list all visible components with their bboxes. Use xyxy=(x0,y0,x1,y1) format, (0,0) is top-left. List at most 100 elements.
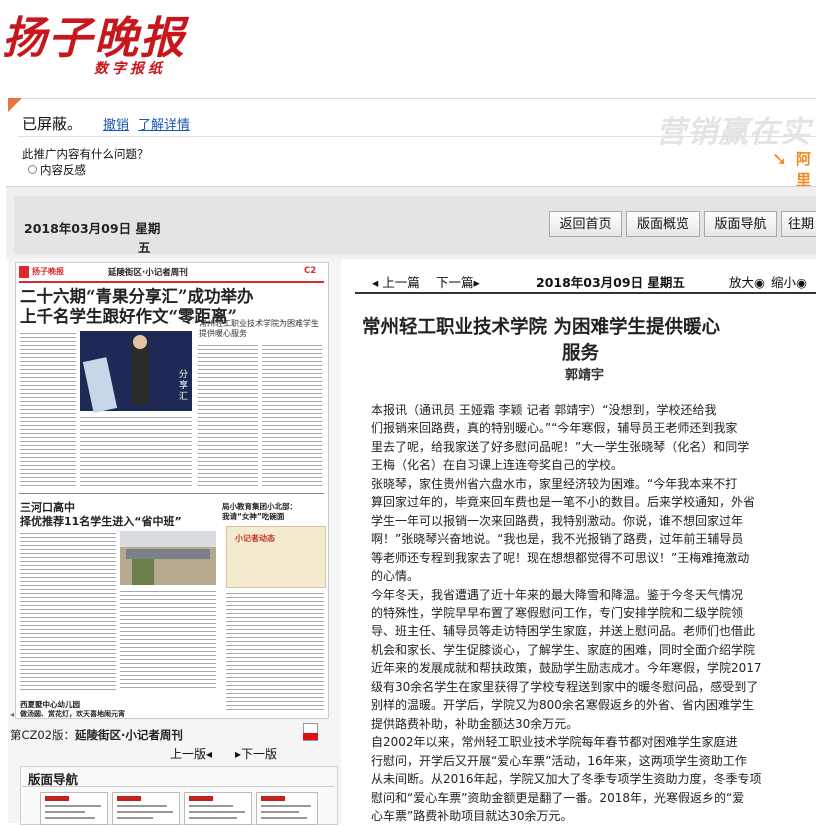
thumbnail-line xyxy=(117,817,153,819)
feedback-option-label[interactable]: 内容反感 xyxy=(40,162,86,178)
article-line: 心车票”路费补助项目就达30余万元。 xyxy=(371,809,573,823)
article-line: 导、班主任、辅导员等走访特困学生家庭，并送上慰问品。老师们也借此 xyxy=(371,624,756,638)
column-text xyxy=(20,331,76,489)
column-text xyxy=(198,343,258,489)
issue-date: 2018年03月09日 星期 xyxy=(24,221,161,236)
ad-question: 此推广内容有什么问题？ xyxy=(22,147,149,161)
scroll-left-icon[interactable]: ◂ xyxy=(10,710,14,719)
page-thumbnail[interactable] xyxy=(184,792,252,825)
next-page-link[interactable]: ▸下一版 xyxy=(235,745,277,762)
thumbnail-line xyxy=(189,805,233,807)
ad-details-link[interactable]: 了解详情 xyxy=(138,114,190,133)
ad-brand[interactable]: 阿里 xyxy=(796,148,816,190)
newspaper-page-image[interactable]: 扬子晚报 延陵街区·小记者周刊 C2 二十六期“青果分享汇”成功举办 上千名学生… xyxy=(15,262,329,719)
ad-divider xyxy=(18,136,816,137)
thumbnail-header xyxy=(45,796,69,801)
thumbnail-line xyxy=(45,817,95,819)
event-photo-caption: 分享汇 xyxy=(177,369,187,402)
article-line: 行慰问，开学后又开展“爱心车票”活动，16年来，这两项学生资助工作 xyxy=(371,754,747,768)
article-date: 2018年03月09日 星期五 xyxy=(536,275,685,290)
article-line: 啊！”张晓琴兴奋地说。“我也是，我不光报销了路费，过年前王辅导员 xyxy=(371,532,744,546)
article-line: 本报讯（通讯员 王娅霜 李颖 记者 郭靖宇）“没想到，学校还给我 xyxy=(371,403,717,417)
article-line: 机会和家长、学生促膝谈心，了解学生、家庭的困难，同时全面介绍学院 xyxy=(371,643,756,657)
ad-panel-title: 小记者动态 xyxy=(235,534,275,543)
zoom-in-button[interactable]: 放大◉ xyxy=(729,272,765,291)
article-line: 王梅（化名）在自习课上连连夸奖自己的学校。 xyxy=(371,458,624,472)
headline-1-line1: 二十六期“青果分享汇”成功举办 xyxy=(20,287,254,306)
thumbnail-line xyxy=(261,817,307,819)
page-code: C2 xyxy=(304,266,317,276)
previous-page-link[interactable]: 上一版◂ xyxy=(170,745,212,762)
thumbnail-line xyxy=(261,811,299,813)
article-line: 的心情。 xyxy=(371,569,420,583)
article-line: 们报销来回路费，真的特别暖心。”“今年寒假，辅导员王老师还到我家 xyxy=(371,421,738,435)
article-line: 近年来的发展成就和帮扶政策，鼓励学生励志成才。今年寒假，学院2017 xyxy=(371,661,762,675)
ad-corner-icon xyxy=(8,98,22,112)
page-thumbnail[interactable] xyxy=(256,792,318,825)
thumbnail-line xyxy=(117,805,167,807)
logo-subtitle: 数字报纸 xyxy=(94,61,166,77)
thumbnail-header xyxy=(261,796,285,801)
section-name: 延陵街区·小记者周刊 xyxy=(108,268,188,278)
article-line: 里去了呢，给我家送了好多慰问品呢！”大一学生张晓琴（化名）和同学 xyxy=(371,440,750,454)
column-text xyxy=(80,415,192,489)
thumbnail-line xyxy=(189,811,245,813)
section-rule xyxy=(19,493,324,494)
event-photo-person xyxy=(131,345,149,405)
article-line: 今年冬天，我省遭遇了近十年来的最大降雪和降温。鉴于今冬天气情况 xyxy=(371,588,744,602)
zoom-out-button[interactable]: 缩小◉ xyxy=(771,272,807,291)
article-line: 张晓琴，家住贵州省六盘水市，家里经济较为困难。“今年我本来不打 xyxy=(371,477,738,491)
school-photo-sky xyxy=(120,531,216,547)
thumbnails-divider xyxy=(22,786,334,787)
arrow-logo-icon: ➘ xyxy=(772,149,788,170)
article-line: 自2002年以来，常州轻工职业技术学院每年春节都对困难学生家庭进 xyxy=(371,735,738,749)
thumbnail-header xyxy=(189,796,213,801)
column-text xyxy=(120,589,216,691)
article-title-line2: 服务 xyxy=(562,343,600,364)
home-button[interactable]: 返回首页 xyxy=(549,211,622,237)
thumbnail-line xyxy=(261,805,311,807)
column-text xyxy=(262,343,322,489)
page-label: 第CZ02版：延陵街区·小记者周刊 xyxy=(10,727,183,743)
ad-undo-link[interactable]: 撤销 xyxy=(103,114,129,133)
thumbnail-line xyxy=(45,811,85,813)
pdf-icon-band xyxy=(303,733,318,740)
page-label-name: 延陵街区·小记者周刊 xyxy=(75,728,183,742)
newspaper-logo[interactable]: 扬子晚报 xyxy=(2,2,186,66)
article-line: 慰问和“爱心车票”资助金额更是翻了一番。2018年，光寒假返乡的“爱 xyxy=(371,791,745,805)
article-teaser[interactable]: 常州轻工职业技术学院为困难学生提供暖心服务 xyxy=(199,319,319,339)
previous-article-link[interactable]: ◂ 上一篇 xyxy=(372,272,420,291)
school-photo-tree xyxy=(132,559,154,585)
paper-logo-mark xyxy=(19,266,29,278)
issue-date-weekday: 五 xyxy=(138,240,151,255)
header-rule xyxy=(19,281,324,283)
thumbnail-line xyxy=(189,817,237,819)
headline-2-line2[interactable]: 择优推荐11名学生进入“省中班” xyxy=(20,513,182,529)
headline-3-line2[interactable]: 我请“女神”吃碗面 xyxy=(222,511,284,522)
page-overview-button[interactable]: 版面概览 xyxy=(626,211,700,237)
thumbnail-line xyxy=(45,805,101,807)
page-thumbnail[interactable] xyxy=(112,792,180,825)
article-line: 等老师还专程到我家去了呢！现在想想都觉得不可思议！”王梅难掩激动 xyxy=(371,551,750,565)
page-navigation-button[interactable]: 版面导航 xyxy=(704,211,777,237)
article-line: 提供路费补助，补助金额达30余万元。 xyxy=(371,717,579,731)
article-toolbar-rule xyxy=(355,292,816,294)
article-line: 学生一年可以报销一次来回路费，我特别激动。你说，谁不想回家过年 xyxy=(371,514,744,528)
page-label-prefix: 第CZ02版： xyxy=(10,728,76,742)
article-line: 的特殊性，学院早早布置了寒假慰问工作，专门安排学院和二级学院领 xyxy=(371,606,744,620)
article-line: 级有30余名学生在家里获得了学校专程送到家中的暖冬慰问品，感受到了 xyxy=(371,680,759,694)
column-text xyxy=(20,531,116,691)
event-photo-person-head xyxy=(133,335,147,349)
ad-slogan: 营销赢在实 xyxy=(656,115,811,150)
paper-name: 扬子晚报 xyxy=(32,267,64,276)
feedback-radio[interactable] xyxy=(28,165,37,174)
thumbnail-header xyxy=(117,796,141,801)
headline-4-line2[interactable]: 做汤圆、赏花灯，欢天喜地闹元宵 xyxy=(20,709,125,718)
page-thumbnail[interactable] xyxy=(40,792,108,825)
past-issues-button[interactable]: 往期 xyxy=(781,211,816,237)
article-title-line1: 常州轻工职业技术学院 为困难学生提供暖心 xyxy=(362,317,720,338)
column-text xyxy=(226,591,324,711)
next-article-link[interactable]: 下一篇▸ xyxy=(436,272,480,291)
article-line: 从未间断。从2016年起，学院又加大了冬季专项学生资助力度，冬季专项 xyxy=(371,772,762,786)
thumbnail-line xyxy=(117,811,173,813)
